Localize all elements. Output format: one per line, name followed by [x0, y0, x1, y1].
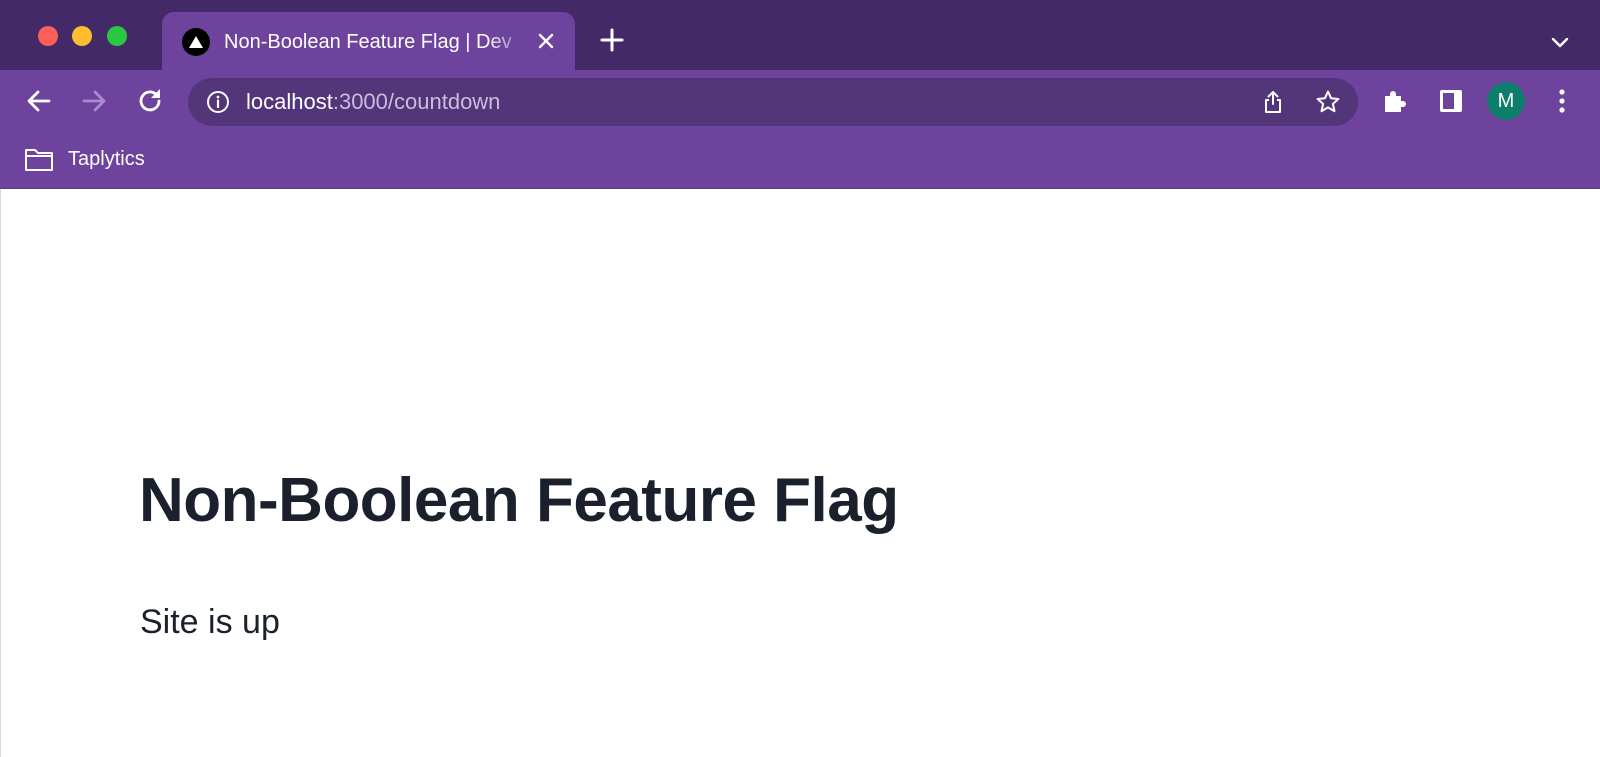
- reload-icon[interactable]: [134, 85, 166, 117]
- page-content: Non-Boolean Feature Flag Site is up: [0, 189, 1600, 757]
- share-icon[interactable]: [1260, 89, 1286, 115]
- chevron-down-icon[interactable]: [1548, 30, 1572, 54]
- bookmarks-bar: Taplytics: [0, 132, 1600, 189]
- browser-window: Non-Boolean Feature Flag | Dev localhost…: [0, 0, 1600, 757]
- tab-strip: Non-Boolean Feature Flag | Dev: [0, 0, 1600, 70]
- page-title: Non-Boolean Feature Flag: [139, 466, 899, 535]
- bookmark-star-icon[interactable]: [1315, 89, 1341, 115]
- address-bar[interactable]: localhost:3000/countdown: [188, 78, 1358, 126]
- info-icon[interactable]: [206, 90, 230, 114]
- side-panel-icon[interactable]: [1435, 85, 1467, 117]
- back-arrow-icon[interactable]: [23, 85, 55, 117]
- forward-arrow-icon[interactable]: [78, 85, 110, 117]
- site-status-text: Site is up: [140, 603, 280, 641]
- profile-avatar[interactable]: M: [1487, 82, 1525, 120]
- url-path: :3000/countdown: [332, 89, 501, 114]
- browser-toolbar: localhost:3000/countdown M: [0, 70, 1600, 132]
- tab-title: Non-Boolean Feature Flag | Dev: [224, 31, 512, 53]
- vercel-triangle-icon: [182, 28, 210, 56]
- bookmark-label: Taplytics: [68, 148, 145, 170]
- url-text[interactable]: localhost:3000/countdown: [246, 88, 500, 116]
- url-host: localhost: [246, 89, 333, 114]
- close-window-button[interactable]: [38, 26, 58, 46]
- minimize-window-button[interactable]: [72, 26, 92, 46]
- close-tab-icon[interactable]: [534, 29, 558, 53]
- extensions-puzzle-icon[interactable]: [1379, 85, 1411, 117]
- maximize-window-button[interactable]: [107, 26, 127, 46]
- new-tab-icon[interactable]: [598, 26, 626, 54]
- active-tab[interactable]: Non-Boolean Feature Flag | Dev: [162, 12, 575, 70]
- more-menu-icon[interactable]: [1546, 85, 1578, 117]
- folder-icon: [25, 149, 53, 171]
